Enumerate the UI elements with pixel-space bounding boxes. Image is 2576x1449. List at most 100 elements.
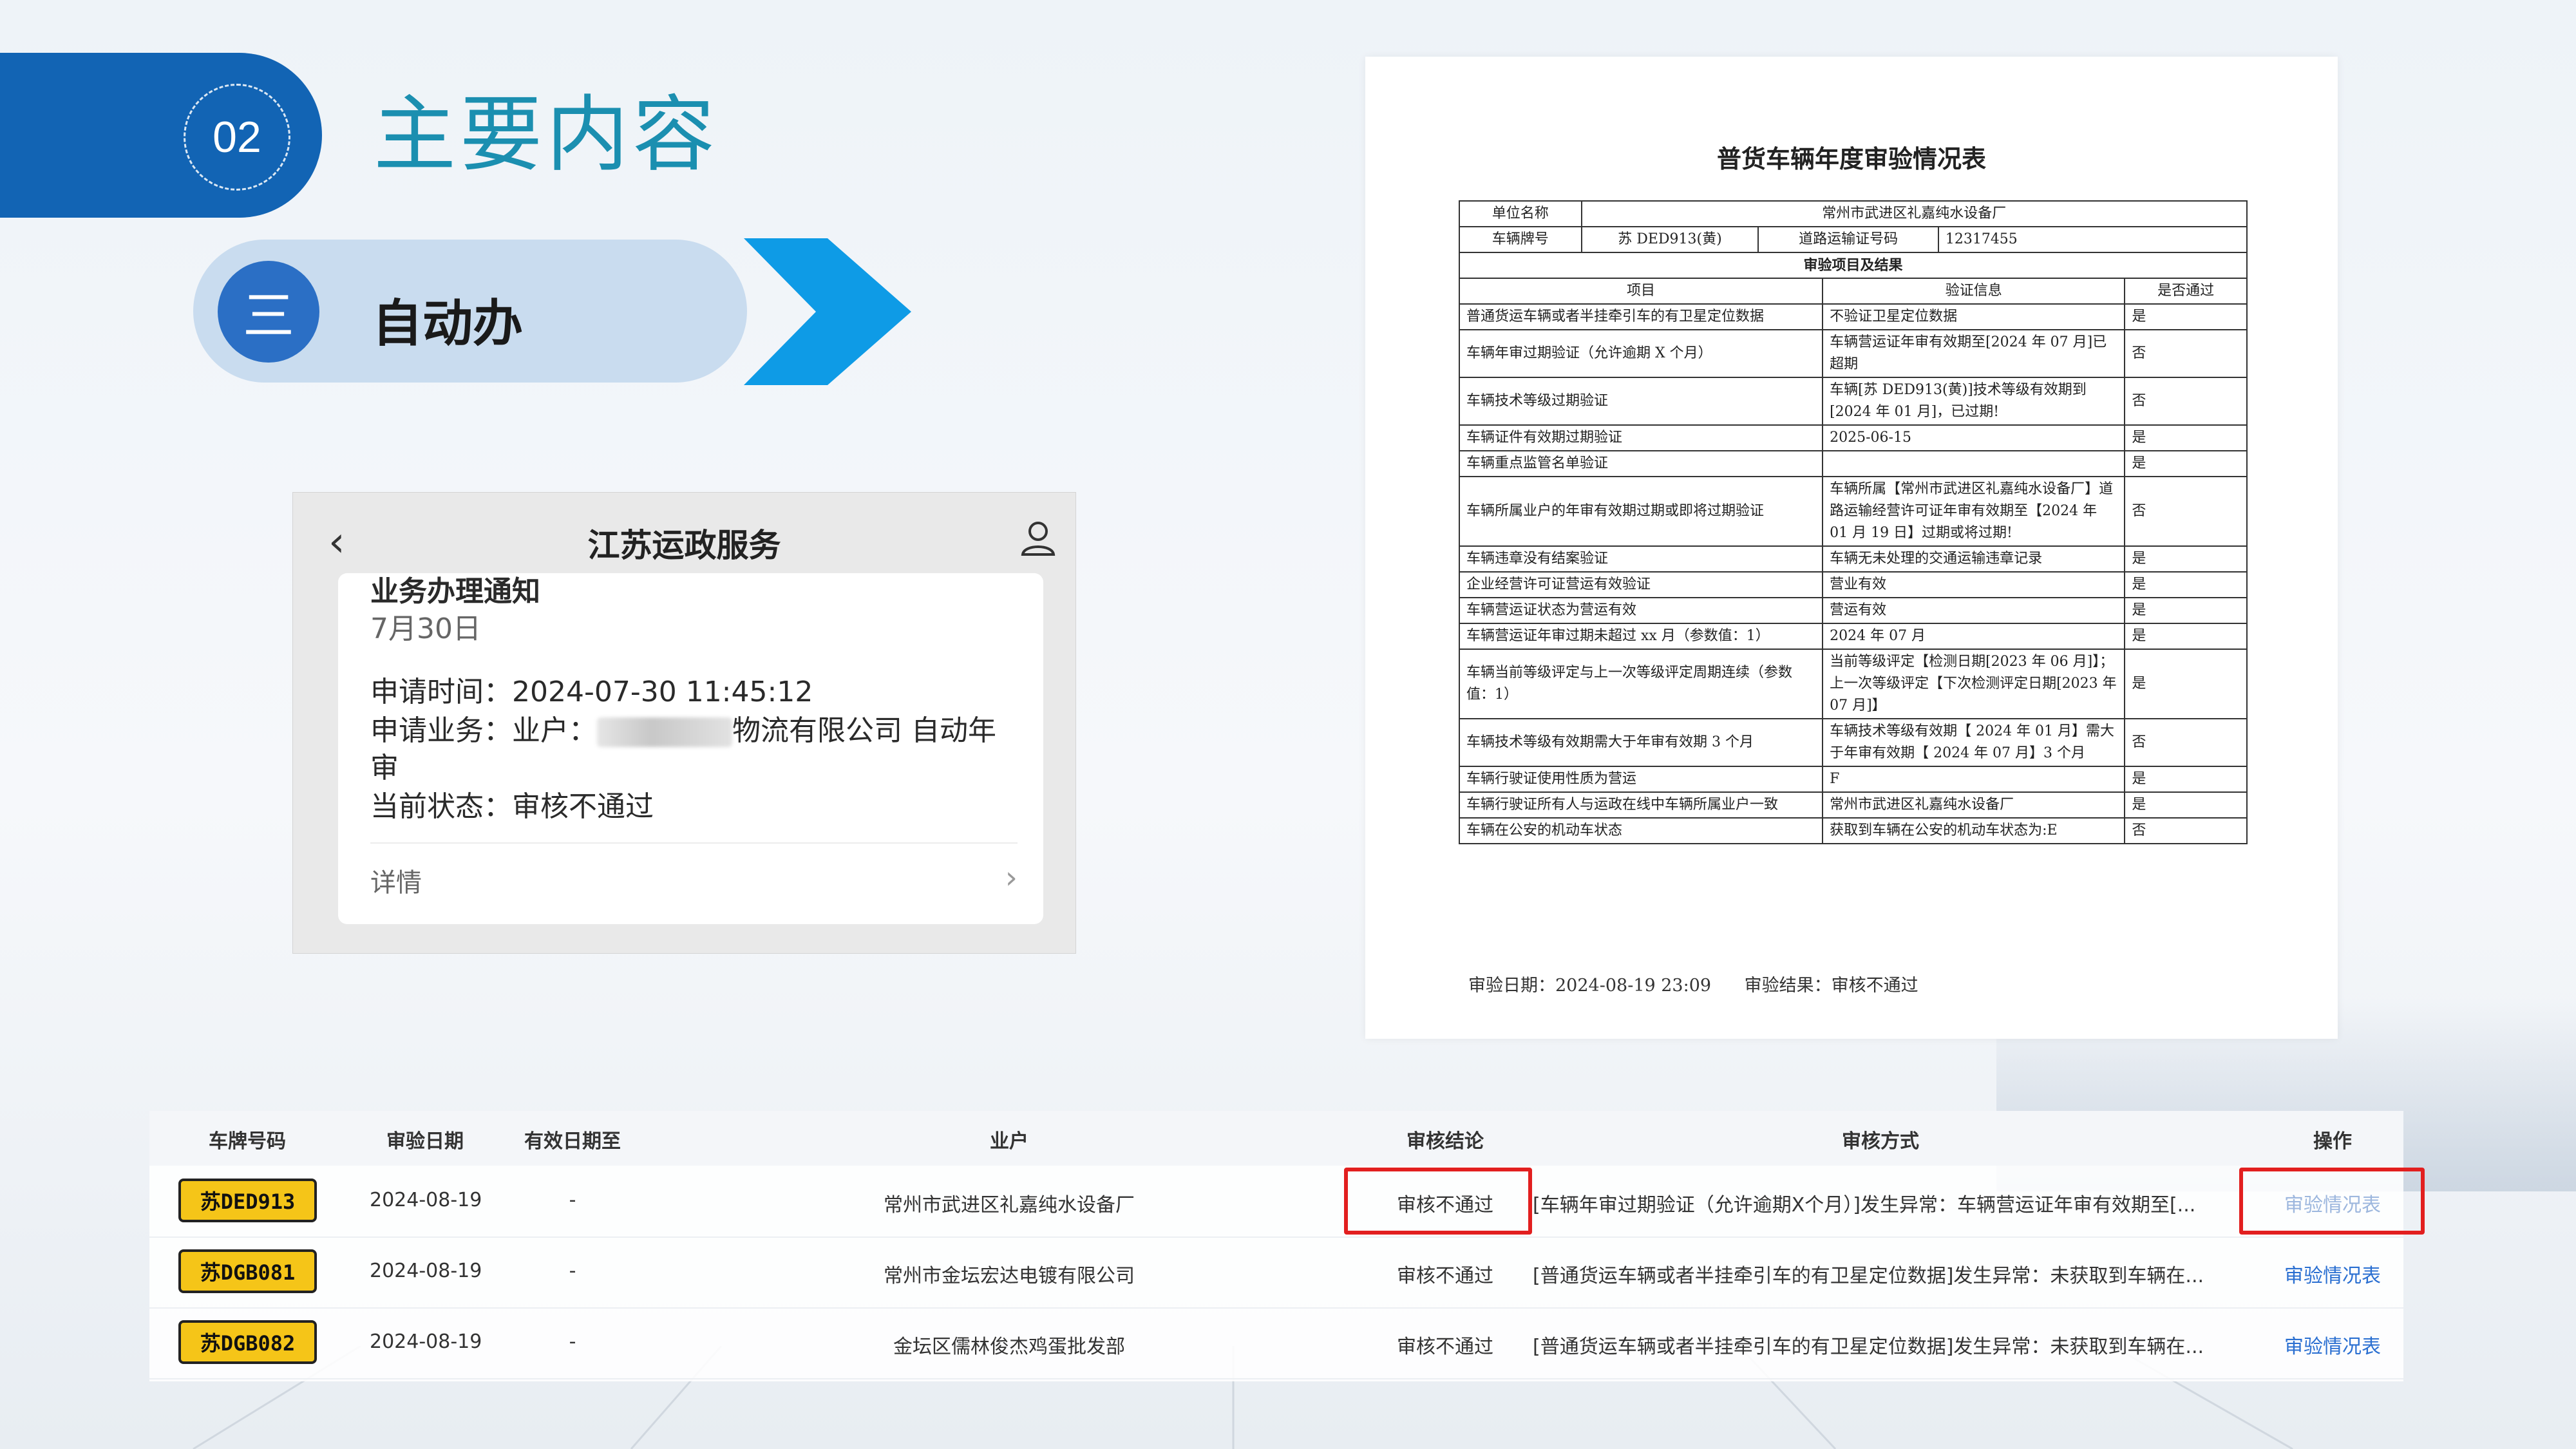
cell-owner: 金坛区儒林俊杰鸡蛋批发部 xyxy=(893,1336,1125,1358)
subsection-label: 自动办 xyxy=(372,295,524,353)
audit-item-row: 车辆营运证状态为营运有效 营运有效是 xyxy=(1458,597,2248,624)
audit-info: 常州市武进区礼嘉纯水设备厂 xyxy=(1822,791,2126,819)
audit-info: 营运有效 xyxy=(1822,597,2126,624)
plate-value: 苏 DED913(黄) xyxy=(1580,226,1759,253)
subsection-badge: 三 xyxy=(218,261,319,363)
chevron-right-icon xyxy=(744,238,911,385)
audit-item: 车辆行驶证使用性质为营运 xyxy=(1458,766,1824,793)
audit-item-row: 车辆行驶证使用性质为营运 F 是 xyxy=(1458,766,2248,793)
document-footer: 审验日期：2024-08-19 23:09 审验结果：审核不通过 xyxy=(1468,971,1918,996)
highlight-conclusion xyxy=(1344,1168,1532,1235)
footer-date: 2024-08-19 23:09 xyxy=(1555,976,1712,996)
audit-pass: 是 xyxy=(2124,571,2248,598)
audit-table: 单位名称 常州市武进区礼嘉纯水设备厂 车辆牌号 苏 DED913(黄) 道路运输… xyxy=(1458,200,2248,844)
audit-item-row: 企业经营许可证营运有效验证 营业有效是 xyxy=(1458,571,2248,598)
cell-owner: 常州市金坛宏达电镀有限公司 xyxy=(884,1265,1135,1287)
plate-badge: 苏DED913 xyxy=(178,1179,317,1222)
status-label: 当前状态： xyxy=(370,790,512,823)
cell-valid: - xyxy=(569,1189,576,1211)
apply-time-label: 申请时间： xyxy=(370,676,512,708)
audit-info: 车辆[苏 DED913(黄)]技术等级有效期到[2024 年 01 月]，已过期… xyxy=(1822,377,2126,426)
plate-row: 车辆牌号 苏 DED913(黄) 道路运输证号码 12317455 xyxy=(1459,226,2248,253)
audit-info: 车辆营运证年审有效期至[2024 年 07 月]已超期 xyxy=(1822,329,2126,378)
phone-screenshot: ‹ 江苏运政服务 业务办理通知 7月30日 申请时间：2024-07-30 11… xyxy=(293,493,1075,953)
audit-pass: 是 xyxy=(2124,623,2248,650)
audit-report-link[interactable]: 审验情况表 xyxy=(2284,1260,2381,1288)
audit-info xyxy=(1822,450,2126,477)
audit-document: 普货车辆年度审验情况表 单位名称 常州市武进区礼嘉纯水设备厂 车辆牌号 苏 DE… xyxy=(1365,57,2338,1039)
audit-info: 获取到车辆在公安的机动车状态为:E xyxy=(1822,817,2126,844)
cell-conclusion: 审核不通过 xyxy=(1397,1336,1493,1358)
th-valid: 有效日期至 xyxy=(524,1130,621,1153)
cell-conclusion: 审核不通过 xyxy=(1397,1265,1493,1287)
audit-item-row: 车辆年审过期验证（允许逾期 X 个月） 车辆营运证年审有效期至[2024 年 07… xyxy=(1458,329,2248,378)
table-row: 苏DGB081 2024-08-19 - 常州市金坛宏达电镀有限公司 审核不通过… xyxy=(149,1236,2403,1309)
audit-pass: 否 xyxy=(2124,377,2248,426)
audit-info: F xyxy=(1822,766,2126,793)
audit-info: 2025-06-15 xyxy=(1822,424,2126,451)
cell-valid: - xyxy=(569,1260,576,1282)
section-header-row: 审验项目及结果 xyxy=(1459,252,2248,279)
th-method: 审核方式 xyxy=(1842,1130,1919,1153)
chevron-right-icon: › xyxy=(1005,860,1018,896)
notification-heading: 业务办理通知 xyxy=(370,575,540,608)
cell-owner: 常州市武进区礼嘉纯水设备厂 xyxy=(884,1194,1135,1217)
notification-card[interactable]: 业务办理通知 7月30日 申请时间：2024-07-30 11:45:12 申请… xyxy=(338,573,1043,924)
col-pass: 是否通过 xyxy=(2124,278,2248,305)
audit-item-row: 车辆所属业户的年审有效期过期或即将过期验证 车辆所属【常州市武进区礼嘉纯水设备厂】… xyxy=(1458,476,2248,547)
audit-item: 企业经营许可证营运有效验证 xyxy=(1458,571,1824,598)
apply-time-row: 申请时间：2024-07-30 11:45:12 xyxy=(370,668,813,710)
table-row: 苏DGB082 2024-08-19 - 金坛区儒林俊杰鸡蛋批发部 审核不通过 … xyxy=(149,1307,2403,1379)
audit-item-row: 车辆营运证年审过期未超过 xx 月（参数值：1） 2024 年 07 月是 xyxy=(1458,623,2248,650)
audit-item: 普通货运车辆或者半挂牵引车的有卫星定位数据 xyxy=(1458,303,1824,330)
audit-item-row: 普通货运车辆或者半挂牵引车的有卫星定位数据 不验证卫星定位数据是 xyxy=(1458,303,2248,330)
audit-item: 车辆营运证年审过期未超过 xx 月（参数值：1） xyxy=(1458,623,1824,650)
highlight-action xyxy=(2239,1168,2425,1235)
cell-valid: - xyxy=(569,1331,576,1353)
audit-pass: 是 xyxy=(2124,766,2248,793)
cell-method: [普通货运车辆或者半挂牵引车的有卫星定位数据]发生异常：未获取到车辆在... xyxy=(1533,1265,2204,1287)
audit-info: 车辆技术等级有效期【 2024 年 01 月】需大于年审有效期【 2024 年 … xyxy=(1822,718,2126,767)
user-icon[interactable] xyxy=(1019,518,1057,557)
audit-pass: 是 xyxy=(2124,303,2248,330)
audit-item-row: 车辆在公安的机动车状态 获取到车辆在公安的机动车状态为:E 否 xyxy=(1458,817,2248,844)
audit-item: 车辆违章没有结案验证 xyxy=(1458,545,1824,573)
audit-info: 2024 年 07 月 xyxy=(1822,623,2126,650)
cell-method: [车辆年审过期验证（允许逾期X个月）]发生异常：车辆营运证年审有效期至[... xyxy=(1533,1194,2196,1217)
audit-pass: 否 xyxy=(2124,329,2248,378)
audit-info: 当前等级评定【检测日期[2023 年 06 月]】；上一次等级评定【下次检测评定… xyxy=(1822,649,2126,719)
plate-badge: 苏DGB081 xyxy=(178,1249,317,1293)
th-date: 审验日期 xyxy=(386,1130,464,1153)
status-value: 审核不通过 xyxy=(512,790,654,823)
unit-label: 单位名称 xyxy=(1459,200,1582,227)
audit-pass: 是 xyxy=(2124,450,2248,477)
audit-pass: 否 xyxy=(2124,817,2248,844)
audit-info: 车辆所属【常州市武进区礼嘉纯水设备厂】道路运输经营许可证年审有效期至【2024 … xyxy=(1822,476,2126,547)
business-wrap: 审 xyxy=(370,752,399,784)
audit-item: 车辆当前等级评定与上一次等级评定周期连续（参数值：1） xyxy=(1458,649,1824,719)
phone-title: 江苏运政服务 xyxy=(587,527,781,564)
license-value: 12317455 xyxy=(1937,226,2248,253)
col-info: 验证信息 xyxy=(1822,278,2126,305)
audit-result-table: 车牌号码 审验日期 有效日期至 业户 审核结论 审核方式 操作 苏DED913 … xyxy=(149,1111,2425,1381)
audit-item-row: 车辆证件有效期过期验证 2025-06-15 是 xyxy=(1458,424,2248,451)
plate-label: 车辆牌号 xyxy=(1459,226,1582,253)
audit-pass: 否 xyxy=(2124,476,2248,547)
audit-report-link[interactable]: 审验情况表 xyxy=(2284,1331,2381,1359)
status-row: 当前状态：审核不通过 xyxy=(370,783,654,824)
card-divider xyxy=(370,842,1018,844)
audit-item-row: 车辆违章没有结案验证 车辆无未处理的交通运输违章记录是 xyxy=(1458,545,2248,573)
phone-header: ‹ 江苏运政服务 xyxy=(293,493,1075,573)
audit-info: 不验证卫星定位数据 xyxy=(1822,303,2126,330)
apply-time-value: 2024-07-30 11:45:12 xyxy=(512,676,813,708)
details-link[interactable]: 详情 xyxy=(370,862,422,899)
audit-item-row: 车辆重点监管名单验证 是 xyxy=(1458,450,2248,477)
audit-item: 车辆技术等级有效期需大于年审有效期 3 个月 xyxy=(1458,718,1824,767)
th-conclusion: 审核结论 xyxy=(1406,1130,1484,1153)
audit-info: 营业有效 xyxy=(1822,571,2126,598)
audit-pass: 是 xyxy=(2124,649,2248,719)
section-number: 02 xyxy=(184,84,290,191)
audit-item-row: 车辆技术等级过期验证 车辆[苏 DED913(黄)]技术等级有效期到[2024 年… xyxy=(1458,377,2248,426)
column-header-row: 项目 验证信息 是否通过 xyxy=(1458,278,2248,305)
audit-item-row: 车辆当前等级评定与上一次等级评定周期连续（参数值：1） 当前等级评定【检测日期[2… xyxy=(1458,649,2248,719)
